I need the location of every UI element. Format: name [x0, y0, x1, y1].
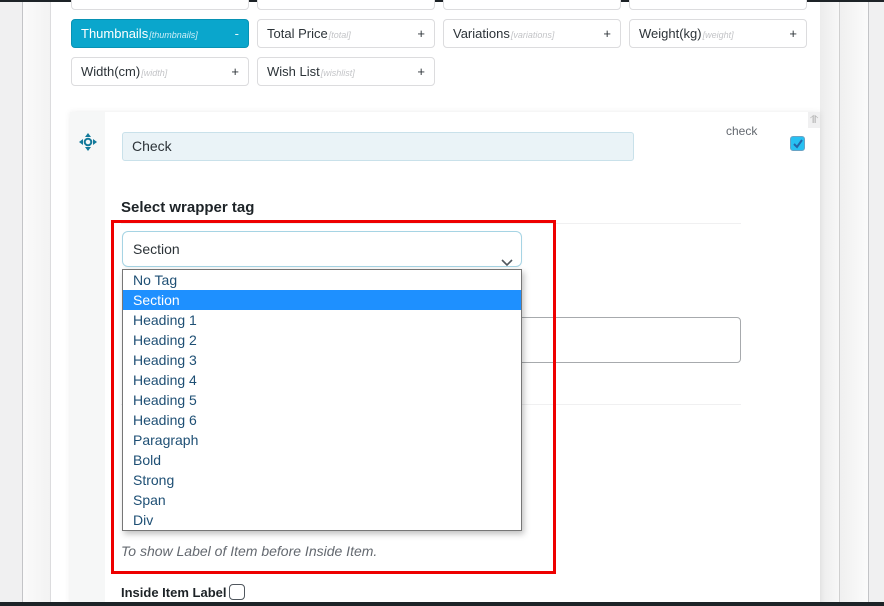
option-heading-3[interactable]: Heading 3	[123, 350, 521, 370]
item-card: ⥣ Check check Select wrapper tag Section…	[70, 112, 820, 606]
inside-item-label-field: Inside Item Label	[121, 584, 246, 600]
option-heading-1[interactable]: Heading 1	[123, 310, 521, 330]
option-bold[interactable]: Bold	[123, 450, 521, 470]
option-heading-5[interactable]: Heading 5	[123, 390, 521, 410]
wrapper-tag-select[interactable]: Section	[122, 231, 522, 267]
option-no-tag[interactable]: No Tag	[123, 270, 521, 290]
add-icon[interactable]: +	[417, 64, 425, 79]
chip-tag: [wishlist]	[320, 67, 355, 78]
check-label: check	[726, 124, 758, 138]
option-paragraph[interactable]: Paragraph	[123, 430, 521, 450]
select-value: Section	[133, 241, 180, 257]
label-hint-text: To show Label of Item before Inside Item…	[121, 543, 378, 559]
right-edge	[870, 2, 884, 602]
check-checkbox[interactable]	[790, 136, 805, 151]
right-panel	[841, 2, 869, 602]
field-chip-width[interactable]: Width(cm) [width] +	[71, 57, 249, 86]
chip-label: Weight(kg)	[639, 26, 702, 41]
chip-label: Variations	[453, 26, 510, 41]
chip-tag: [width]	[141, 67, 168, 78]
option-div[interactable]: Div	[123, 510, 521, 530]
option-heading-6[interactable]: Heading 6	[123, 410, 521, 430]
field-chip-weight[interactable]: Weight(kg) [weight] +	[629, 19, 807, 48]
remove-icon[interactable]: -	[235, 26, 239, 41]
bottom-bar	[0, 602, 884, 606]
wrapper-tag-options: No Tag Section Heading 1 Heading 2 Headi…	[122, 269, 522, 531]
chip-label: Total Price	[267, 26, 328, 41]
right-gutter	[820, 2, 840, 602]
option-section[interactable]: Section	[123, 290, 521, 310]
chip-tag: [total]	[328, 29, 351, 40]
field-chip-wish-list[interactable]: Wish List [wishlist] +	[257, 57, 435, 86]
inside-item-label-checkbox[interactable]	[229, 584, 246, 600]
field-chip-partial[interactable]	[71, 0, 249, 10]
chip-tag: [weight]	[702, 29, 734, 40]
field-chip-partial[interactable]	[257, 0, 435, 10]
card-drag-column	[70, 112, 105, 606]
field-chip-total-price[interactable]: Total Price [total] +	[257, 19, 435, 48]
divider	[121, 223, 741, 224]
chip-label: Width(cm)	[81, 64, 141, 79]
item-name-input[interactable]: Check	[122, 132, 634, 161]
option-heading-2[interactable]: Heading 2	[123, 330, 521, 350]
chip-tag: [variations]	[510, 29, 555, 40]
add-icon[interactable]: +	[789, 26, 797, 41]
inside-item-label-text: Inside Item Label	[121, 584, 227, 600]
chip-tag: [thumbnails]	[149, 29, 198, 40]
chip-label: Wish List	[267, 64, 320, 79]
option-heading-4[interactable]: Heading 4	[123, 370, 521, 390]
add-icon[interactable]: +	[603, 26, 611, 41]
collapse-handle-icon[interactable]: ⥣	[808, 112, 820, 128]
chip-label: Thumbnails	[81, 26, 149, 41]
move-icon[interactable]	[78, 132, 98, 152]
field-chip-thumbnails[interactable]: Thumbnails [thumbnails] -	[71, 19, 249, 48]
field-chip-variations[interactable]: Variations [variations] +	[443, 19, 621, 48]
field-chip-partial[interactable]	[443, 0, 621, 10]
add-icon[interactable]: +	[417, 26, 425, 41]
left-panel	[23, 2, 50, 602]
option-strong[interactable]: Strong	[123, 470, 521, 490]
add-icon[interactable]: +	[231, 64, 239, 79]
field-chip-partial[interactable]	[629, 0, 807, 10]
wrapper-tag-title: Select wrapper tag	[121, 199, 255, 216]
option-span[interactable]: Span	[123, 490, 521, 510]
